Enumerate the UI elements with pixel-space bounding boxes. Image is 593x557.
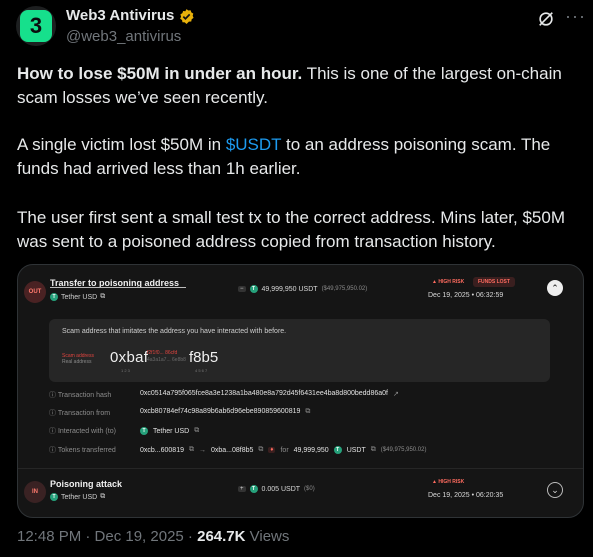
copy-icon[interactable]: ⧉	[371, 446, 376, 454]
copy-icon[interactable]: ⧉	[194, 427, 199, 435]
grok-icon[interactable]	[537, 10, 555, 28]
tx2-date: Dec 19, 2025 • 06:20:35	[428, 492, 504, 499]
collapse-chevron-icon[interactable]: ⌃	[547, 280, 563, 296]
tx2-usd: ($0)	[304, 486, 315, 492]
post-meta: 12:48 PM · Dec 19, 2025 · 264.7K Views	[17, 528, 289, 545]
copy-icon[interactable]: ⧉	[100, 493, 105, 501]
post-image[interactable]: OUT Transfer to poisoning address T Teth…	[17, 264, 584, 518]
detail-label: ⓘ Transaction hash	[49, 392, 112, 399]
tokens-usd: ($49,975,950.02)	[380, 447, 427, 453]
views-label: Views	[245, 528, 290, 545]
tx1-title-underline	[50, 287, 186, 288]
copy-icon[interactable]: ⧉	[258, 446, 263, 454]
tokens-symbol: USDT	[346, 446, 366, 454]
tether-icon: T	[249, 285, 258, 293]
address-prefix: 0xbaf	[110, 349, 149, 366]
tx1-token: T Tether USD ⧉	[50, 293, 105, 301]
detail-label: ⓘ Interacted with (to)	[49, 428, 116, 435]
tx1-date: Dec 19, 2025 • 06:32:59	[428, 292, 504, 299]
divider	[18, 468, 583, 469]
plus-icon: +	[238, 486, 246, 492]
author-handle[interactable]: @web3_antivirus	[66, 28, 181, 45]
tx2-high-risk-label: HIGH RISK	[438, 479, 465, 485]
tx-from-label: Transaction from	[57, 410, 111, 417]
outgoing-tx-icon: OUT	[24, 281, 46, 303]
detail-label: ⓘ Tokens transferred	[49, 447, 116, 454]
cashtag-link[interactable]: $USDT	[226, 135, 281, 154]
tokens-transferred-label: Tokens transferred	[57, 447, 116, 454]
interacted-with-label: Interacted with (to)	[57, 428, 116, 435]
minus-icon: −	[238, 286, 246, 292]
author-name[interactable]: Web3 Antivirus	[66, 7, 174, 24]
address-middle-real: 4a3a1a7... 6e8b8	[147, 357, 186, 363]
address-suffix: f8b5	[189, 349, 219, 366]
tx2-high-risk-badge: ▲ HIGH RISK	[432, 479, 465, 485]
avatar[interactable]: 3	[16, 6, 56, 46]
tether-icon: T	[50, 293, 58, 301]
tx1-usd: ($49,975,950.02)	[321, 286, 368, 292]
expand-chevron-icon[interactable]: ⌄	[547, 482, 563, 498]
post-paragraph-1: How to lose $50M in under an hour. This …	[17, 62, 577, 110]
views-count: 264.7K	[197, 528, 246, 545]
more-options-icon[interactable]: ···	[565, 6, 586, 27]
scam-warning-text: Scam address that imitates the address y…	[62, 328, 287, 335]
tx1-amount: 49,999,950 USDT	[261, 285, 318, 293]
tether-icon: T	[50, 493, 58, 501]
tx-from-value[interactable]: 0xcb80784ef74c98a89b6ab6d96ebe8908596008…	[140, 408, 300, 418]
tx1-high-risk-label: HIGH RISK	[438, 279, 465, 285]
detail-label: ⓘ Transaction from	[49, 410, 111, 417]
tx2-amount: 0.005 USDT	[261, 485, 301, 493]
tx2-token-name: Tether USD	[61, 493, 98, 501]
address-middle-scam: f2f1f0... 86cfd	[147, 350, 178, 356]
copy-icon[interactable]: ⧉	[189, 446, 194, 454]
tx1-amount-row: − T 49,999,950 USDT ($49,975,950.02)	[238, 285, 367, 293]
arrow-right-icon: →	[198, 446, 206, 454]
detail-row: ⓘ Transaction hash 0xc0514a795f065fce8a3…	[49, 390, 399, 400]
copy-icon[interactable]: ⧉	[100, 293, 105, 301]
suffix-digit-markers: 4 5 6 7	[195, 368, 208, 373]
external-link-icon[interactable]: ↗	[393, 390, 399, 400]
tx2-token: T Tether USD ⧉	[50, 493, 105, 501]
p2-text-before: A single victim lost $50M in	[17, 135, 226, 154]
brand-logo: 3	[20, 10, 52, 42]
real-address-label: Real address	[62, 359, 92, 365]
tokens-from[interactable]: 0xcb...600819	[140, 447, 184, 454]
post-paragraph-3: The user first sent a small test tx to t…	[17, 208, 565, 251]
scam-warning-box: Scam address that imitates the address y…	[49, 319, 550, 382]
detail-row: ⓘ Interacted with (to) T Tether USD ⧉	[49, 426, 199, 436]
tx2-amount-row: + T 0.005 USDT ($0)	[238, 485, 315, 493]
verified-badge-icon	[180, 9, 194, 24]
warning-icon: ♦	[268, 447, 276, 453]
prefix-digit-markers: 1 2 3	[121, 368, 130, 373]
tx-hash-value[interactable]: 0xc0514a795f065fce8a3e1238a1ba480e8a792d…	[140, 390, 388, 400]
tokens-amount: 49,999,950	[293, 446, 329, 454]
tx2-title: Poisoning attack	[50, 479, 123, 489]
tx1-funds-lost-badge: FUNDS LOST	[473, 277, 515, 287]
tether-icon: T	[140, 427, 148, 435]
tether-icon: T	[249, 485, 258, 493]
interacted-with-value[interactable]: Tether USD	[153, 428, 189, 435]
post-headline: How to lose $50M in under an hour.	[17, 64, 303, 83]
tokens-to[interactable]: 0xba...08f8b5	[211, 447, 253, 454]
incoming-tx-icon: IN	[24, 481, 46, 503]
post-timestamp[interactable]: 12:48 PM · Dec 19, 2025 ·	[17, 528, 197, 545]
detail-row: ⓘ Transaction from 0xcb80784ef74c98a89b6…	[49, 408, 310, 418]
tx-hash-label: Transaction hash	[57, 392, 112, 399]
tether-icon: T	[333, 446, 342, 454]
tokens-for: for	[280, 446, 289, 454]
detail-row: ⓘ Tokens transferred 0xcb...600819 ⧉ → 0…	[49, 445, 426, 455]
tx1-token-name: Tether USD	[61, 293, 98, 301]
tx1-high-risk-badge: ▲ HIGH RISK	[432, 279, 465, 285]
post-paragraph-2: A single victim lost $50M in $USDT to an…	[17, 133, 577, 181]
copy-icon[interactable]: ⧉	[305, 408, 310, 418]
